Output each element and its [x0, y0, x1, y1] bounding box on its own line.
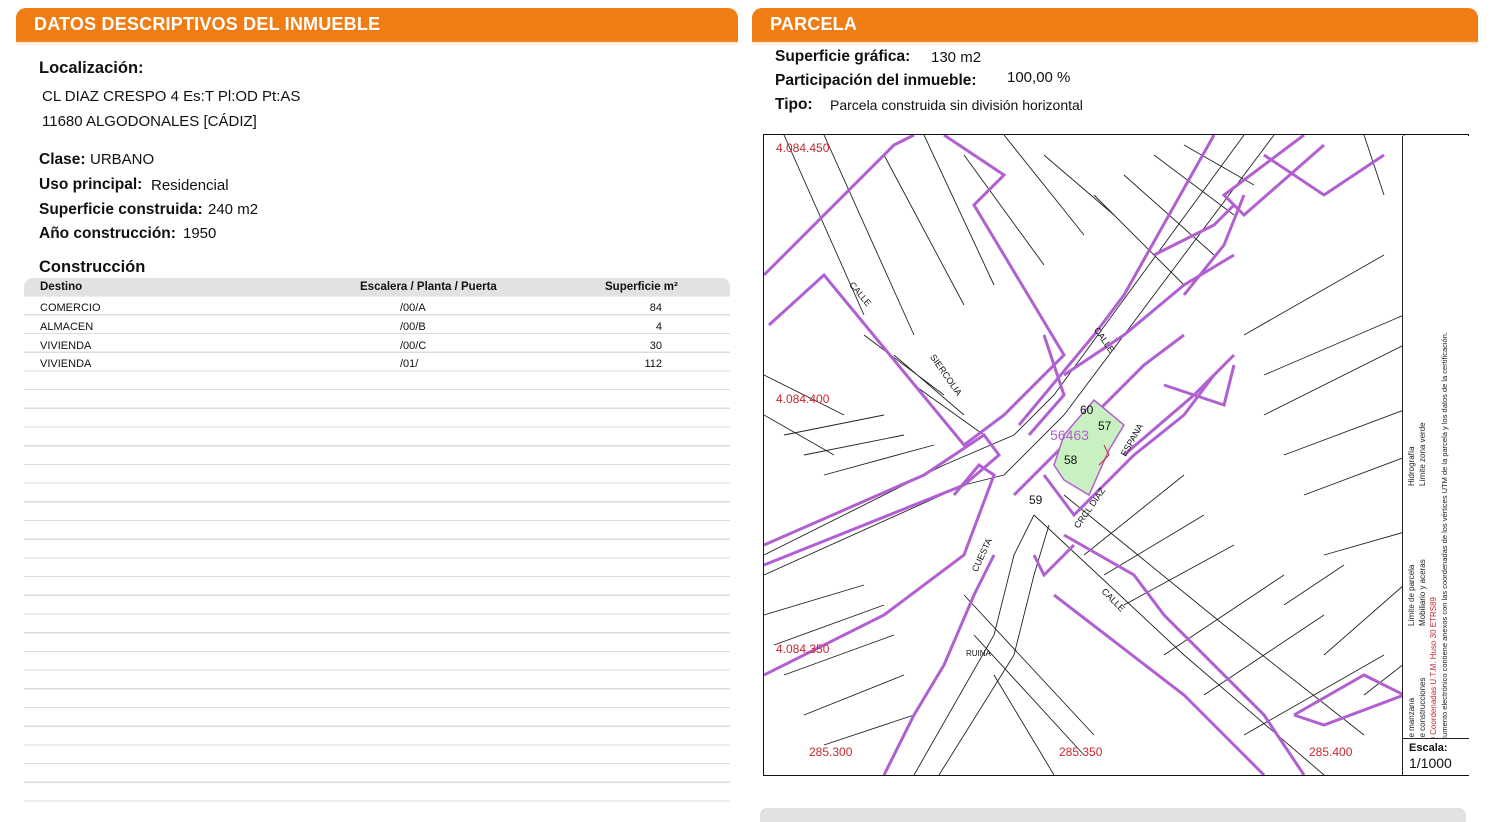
- cell-escalera: /00/A: [400, 302, 426, 314]
- label-59: 59: [1029, 493, 1043, 507]
- coord-x-right: 285.400: [1309, 745, 1353, 759]
- table-row: COMERCIO /00/A 84: [24, 299, 730, 317]
- col-superficie: Superficie m²: [605, 281, 678, 293]
- coord-x-left: 285.300: [809, 745, 853, 759]
- cell-escalera: /01/: [400, 358, 419, 370]
- table-row: VIVIENDA /01/ 112: [24, 355, 730, 373]
- cell-destino: COMERCIO: [40, 302, 101, 314]
- legend-documento: Este documento electrónico contiene anex…: [1440, 332, 1449, 766]
- cell-escalera: /00/B: [400, 321, 426, 333]
- coord-y-mid: 4.084.400: [776, 392, 830, 406]
- clase-value: URBANO: [90, 151, 155, 168]
- scale-label: Escala:: [1409, 742, 1448, 754]
- legend-coordenadas: 285,400 Coordenadas U.T.M. Huso 30 ETRS8…: [1429, 597, 1438, 766]
- uso-principal-value: Residencial: [151, 177, 229, 194]
- col-escalera: Escalera / Planta / Puerta: [360, 281, 497, 293]
- superficie-label: Superficie construida:: [39, 201, 203, 218]
- next-section-header: [760, 808, 1466, 822]
- label-57: 57: [1098, 419, 1112, 433]
- coord-x-mid: 285.350: [1059, 745, 1103, 759]
- cadastral-map: 4.084.450 4.084.400 4.084.350 285.300 28…: [763, 134, 1469, 776]
- cell-superficie: 112: [644, 358, 662, 370]
- label-60: 60: [1080, 403, 1094, 417]
- coord-y-low: 4.084.350: [776, 642, 830, 656]
- table-row: ALMACEN /00/B 4: [24, 318, 730, 336]
- cell-destino: VIVIENDA: [40, 358, 92, 370]
- address-line-2: 11680 ALGODONALES [CÁDIZ]: [42, 113, 257, 130]
- construction-table: Destino Escalera / Planta / Puerta Super…: [24, 278, 730, 815]
- participacion-value: 100,00 %: [1007, 69, 1071, 86]
- sup-grafica-label: Superficie gráfica:: [775, 48, 911, 65]
- anio-construccion-value: 1950: [183, 225, 217, 242]
- clase-label: Clase:: [39, 151, 86, 168]
- uso-principal-label: Uso principal:: [39, 176, 143, 193]
- cell-destino: VIVIENDA: [40, 340, 92, 352]
- descriptive-data-title: DATOS DESCRIPTIVOS DEL INMUEBLE: [16, 8, 738, 46]
- legend-hidrografia: Hidrografía: [1407, 446, 1416, 486]
- scale-box: Escala: 1/1000: [1402, 738, 1469, 775]
- col-destino: Destino: [40, 281, 83, 293]
- map-legend: Límite de manzana Límite de parcela Hidr…: [1402, 136, 1469, 766]
- superficie-value: 240 m2: [208, 201, 259, 218]
- table-row: VIVIENDA /00/C 30: [24, 337, 730, 355]
- cell-destino: ALMACEN: [40, 321, 94, 333]
- map-drawing: [764, 135, 1465, 775]
- parcela-title: PARCELA: [752, 8, 1478, 46]
- construccion-title: Construcción: [39, 258, 146, 276]
- legend-mobiliario: Mobiliario y aceras: [1418, 559, 1427, 626]
- sup-grafica-value: 130 m2: [931, 49, 982, 66]
- cell-escalera: /00/C: [400, 340, 427, 352]
- legend-zona-verde: Límite zona verde: [1418, 422, 1427, 486]
- cell-superficie: 84: [649, 302, 662, 314]
- coord-y-top: 4.084.450: [776, 141, 830, 155]
- scale-value: 1/1000: [1409, 755, 1452, 771]
- tipo-value: Parcela construida sin división horizont…: [830, 97, 1083, 113]
- localizacion-label: Localización:: [39, 59, 144, 77]
- ruina-label: RUINA: [966, 649, 991, 658]
- parcel-reference: 56463: [1050, 427, 1089, 443]
- label-58: 58: [1064, 453, 1078, 467]
- participacion-label: Participación del inmueble:: [775, 72, 977, 89]
- legend-parcela: Límite de parcela: [1407, 564, 1416, 626]
- legend-rotated: Límite de manzana Límite de parcela Hidr…: [1406, 166, 1466, 766]
- anio-construccion-label: Año construcción:: [39, 225, 176, 242]
- address-line-1: CL DIAZ CRESPO 4 Es:T Pl:OD Pt:AS: [42, 88, 301, 105]
- cell-superficie: 4: [655, 321, 662, 333]
- table-header: Destino Escalera / Planta / Puerta Super…: [24, 278, 730, 296]
- cell-superficie: 30: [649, 340, 662, 352]
- tipo-label: Tipo:: [775, 96, 813, 113]
